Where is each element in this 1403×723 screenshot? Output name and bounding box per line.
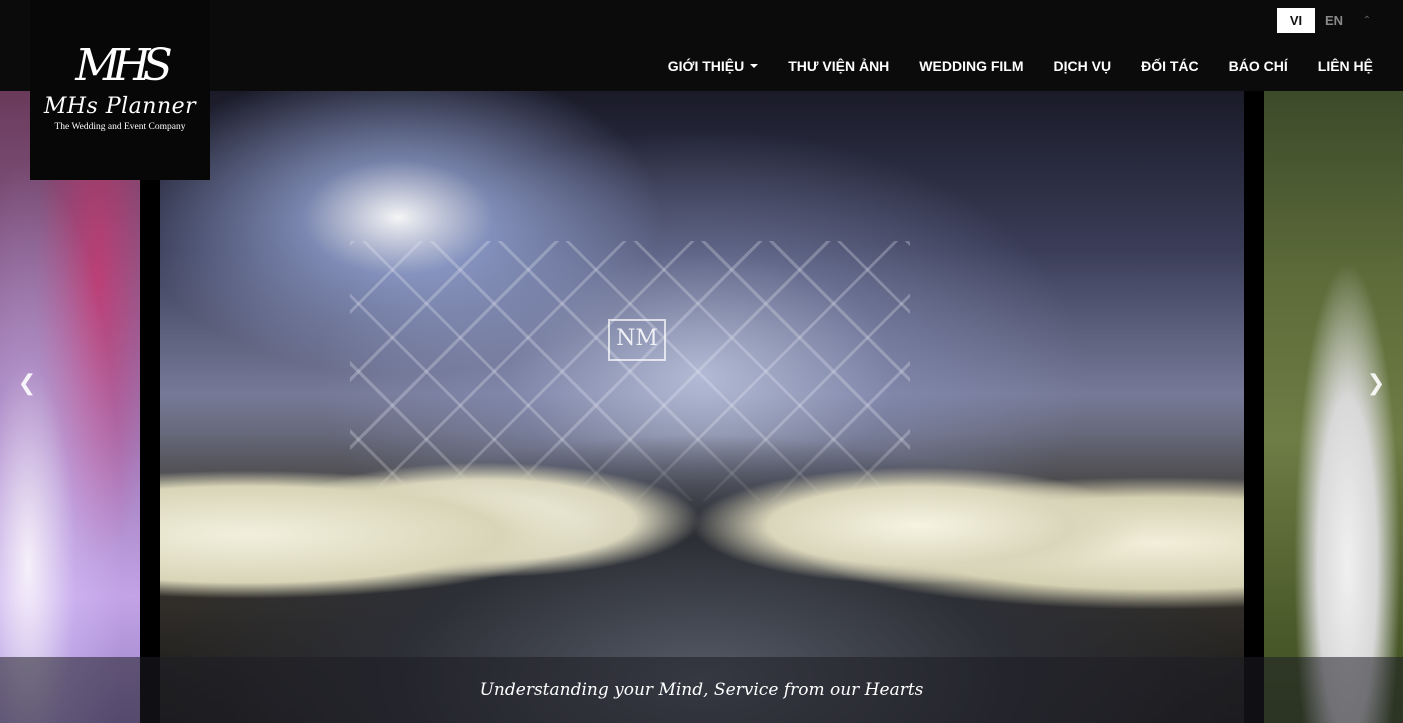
nav-item-lien-he[interactable]: LIÊN HỆ: [1318, 58, 1373, 74]
language-switcher: VI EN ⌃: [1277, 8, 1373, 33]
slide-caption: Understanding your Mind, Service from ou…: [479, 680, 924, 700]
logo-tagline: The Wedding and Event Company: [54, 122, 186, 132]
chevron-up-icon[interactable]: ⌃: [1361, 15, 1373, 26]
slide-preview-next[interactable]: [1264, 91, 1403, 723]
main-menu: GIỚI THIỆU THƯ VIỆN ẢNH WEDDING FILM DỊC…: [638, 58, 1373, 74]
nav-item-label: GIỚI THIỆU: [667, 58, 745, 74]
language-vi[interactable]: VI: [1277, 8, 1315, 33]
chevron-left-icon[interactable]: ❮: [15, 370, 39, 396]
nav-item-thu-vien-anh[interactable]: THƯ VIỆN ẢNH: [788, 58, 889, 74]
chevron-right-icon[interactable]: ❯: [1364, 370, 1388, 396]
nav-item-wedding-film[interactable]: WEDDING FILM: [919, 58, 1023, 74]
nav-item-dich-vu[interactable]: DỊCH VỤ: [1054, 58, 1112, 74]
nav-item-gioi-thieu[interactable]: GIỚI THIỆU: [668, 58, 759, 74]
top-navigation-bar: [0, 0, 1403, 91]
stage-monogram: NM: [608, 319, 666, 361]
language-en[interactable]: EN: [1315, 8, 1353, 33]
site-logo[interactable]: MHS MHs Planner The Wedding and Event Co…: [30, 0, 210, 180]
nav-item-doi-tac[interactable]: ĐỐI TÁC: [1141, 58, 1199, 74]
slide-preview-previous[interactable]: [0, 91, 140, 723]
caret-down-icon: [750, 64, 759, 68]
slide-current-image: NM: [160, 91, 1244, 723]
logo-name: MHs Planner: [43, 94, 197, 119]
nav-item-bao-chi[interactable]: BÁO CHÍ: [1229, 58, 1288, 74]
logo-monogram: MHS: [75, 40, 173, 91]
